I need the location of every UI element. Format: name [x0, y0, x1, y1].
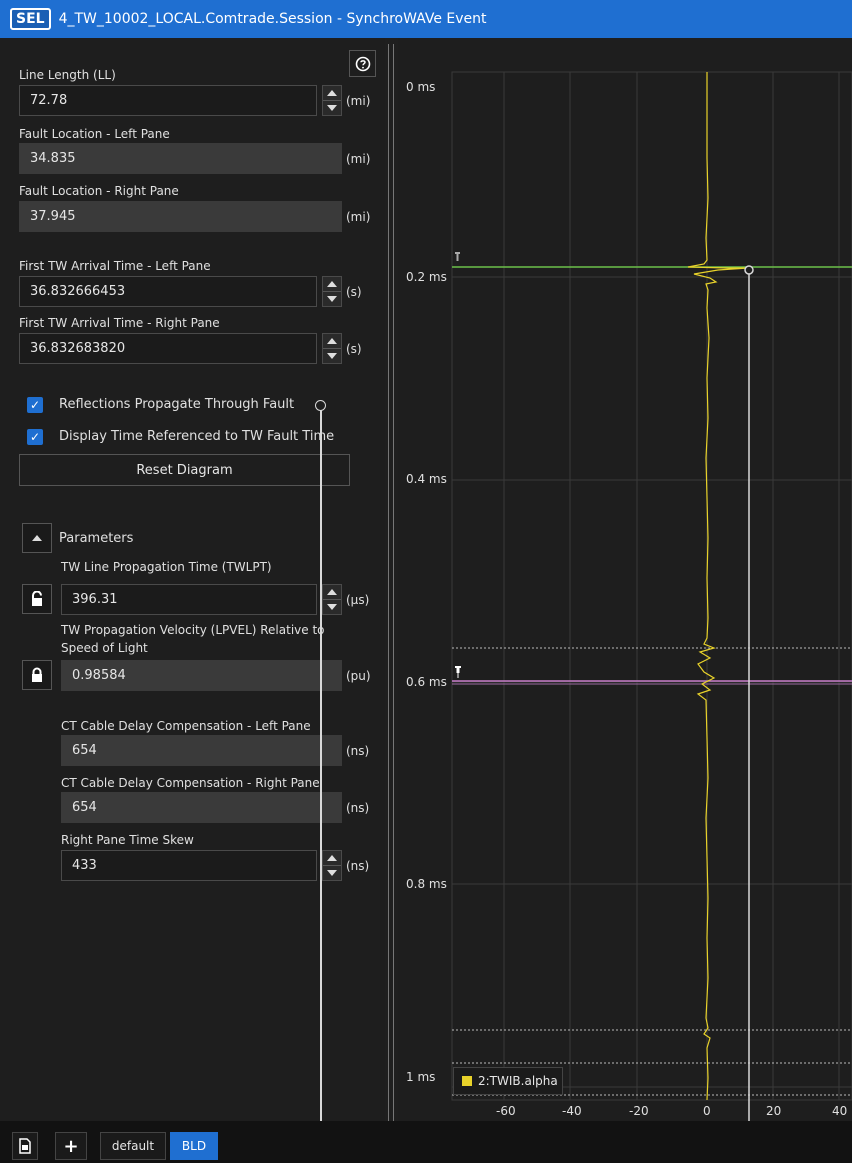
line-length-unit: (mi) — [346, 94, 371, 108]
y-tick-label: 0.6 ms — [406, 675, 447, 689]
ct-right-label: CT Cable Delay Compensation - Right Pane — [61, 776, 320, 790]
fault-right-value: 37.945 — [19, 201, 342, 232]
twlpt-lock-button[interactable] — [22, 584, 52, 614]
signal-trace — [687, 72, 749, 1101]
line-length-stepper[interactable] — [322, 85, 342, 116]
new-document-button[interactable] — [12, 1132, 38, 1160]
line-length-input[interactable]: 72.78 — [19, 85, 317, 116]
skew-input[interactable]: 433 — [61, 850, 317, 881]
ct-left-value: 654 — [61, 735, 342, 766]
reflection-cursor-line[interactable] — [320, 405, 322, 1163]
skew-label: Right Pane Time Skew — [61, 833, 194, 847]
display-time-label: Display Time Referenced to TW Fault Time — [59, 429, 335, 444]
reflection-cursor-handle[interactable] — [315, 400, 326, 411]
arrival-right-stepper[interactable] — [322, 333, 342, 364]
x-tick-label: -40 — [562, 1104, 582, 1118]
twlpt-label: TW Line Propagation Time (TWLPT) — [61, 560, 272, 574]
y-tick-label: 0.8 ms — [406, 877, 447, 891]
pane-splitter[interactable] — [388, 44, 394, 1124]
document-icon — [19, 1138, 31, 1154]
twlpt-stepper[interactable] — [322, 584, 342, 615]
fault-left-label: Fault Location - Left Pane — [19, 127, 170, 141]
bottom-toolbar: + default BLD — [0, 1121, 852, 1163]
x-tick-label: -20 — [629, 1104, 649, 1118]
arrival-right-label: First TW Arrival Time - Right Pane — [19, 316, 220, 330]
arrival-left-unit: (s) — [346, 285, 362, 299]
tab-default[interactable]: default — [100, 1132, 166, 1160]
chart-plot-area — [451, 71, 852, 1121]
skew-unit: (ns) — [346, 859, 370, 873]
lpvel-lock-button[interactable] — [22, 660, 52, 690]
fault-right-label: Fault Location - Right Pane — [19, 184, 179, 198]
lock-icon — [32, 667, 42, 682]
y-tick-label: 1 ms — [406, 1070, 436, 1084]
reflections-label: Reflections Propagate Through Fault — [59, 397, 295, 412]
parameters-collapse-button[interactable] — [22, 523, 52, 553]
reflection-lines — [452, 647, 852, 1096]
parameters-label: Parameters — [59, 531, 134, 546]
lpvel-label-line2: Speed of Light — [61, 641, 148, 655]
legend-label: 2:TWIB.alpha — [478, 1074, 558, 1088]
pin-icon[interactable] — [455, 666, 461, 678]
y-tick-label: 0 ms — [406, 80, 436, 94]
sel-logo: SEL — [10, 8, 51, 30]
x-tick-label: 40 — [832, 1104, 848, 1118]
x-tick-label: 0 — [703, 1104, 711, 1118]
fault-left-unit: (mi) — [346, 152, 371, 166]
pin-icon[interactable] — [455, 252, 460, 261]
arrival-left-label: First TW Arrival Time - Left Pane — [19, 259, 211, 273]
legend-swatch — [462, 1076, 472, 1086]
settings-panel: Line Length (LL) 72.78 (mi) Fault Locati… — [0, 38, 385, 1121]
line-length-label: Line Length (LL) — [19, 68, 116, 82]
reset-diagram-button[interactable]: Reset Diagram — [19, 454, 350, 486]
chevron-up-icon — [32, 535, 42, 541]
tab-bld[interactable]: BLD — [170, 1132, 218, 1160]
arrival-left-input[interactable]: 36.832666453 — [19, 276, 317, 307]
lpvel-unit: (pu) — [346, 669, 371, 683]
arrival-right-input[interactable]: 36.832683820 — [19, 333, 317, 364]
arrival-right-unit: (s) — [346, 342, 362, 356]
fault-right-unit: (mi) — [346, 210, 371, 224]
help-button[interactable] — [349, 50, 376, 77]
add-tab-button[interactable]: + — [55, 1132, 87, 1160]
skew-stepper[interactable] — [322, 850, 342, 881]
time-cursor-handle[interactable] — [744, 265, 754, 275]
lpvel-value: 0.98584 — [61, 660, 342, 691]
chart-legend[interactable]: 2:TWIB.alpha — [453, 1067, 563, 1095]
chart-grid — [451, 71, 852, 1101]
plus-icon: + — [63, 1135, 79, 1157]
ct-right-value: 654 — [61, 792, 342, 823]
ct-left-label: CT Cable Delay Compensation - Left Pane — [61, 719, 311, 733]
reflections-checkbox[interactable]: ✓ — [27, 397, 43, 413]
ct-left-unit: (ns) — [346, 744, 370, 758]
waveform-chart[interactable]: 0 ms 0.2 ms 0.4 ms 0.6 ms 0.8 ms 1 ms -6… — [398, 38, 852, 1121]
x-tick-label: -60 — [496, 1104, 516, 1118]
title-bar: SEL 4_TW_10002_LOCAL.Comtrade.Session - … — [0, 0, 852, 38]
y-tick-label: 0.2 ms — [406, 270, 447, 284]
display-time-checkbox[interactable]: ✓ — [27, 429, 43, 445]
help-icon — [355, 56, 370, 71]
ct-right-unit: (ns) — [346, 801, 370, 815]
arrival-left-stepper[interactable] — [322, 276, 342, 307]
fault-left-value: 34.835 — [19, 143, 342, 174]
twlpt-unit: (μs) — [346, 593, 370, 607]
lpvel-label-line1: TW Propagation Velocity (LPVEL) Relative… — [61, 623, 325, 637]
window-title: 4_TW_10002_LOCAL.Comtrade.Session - Sync… — [58, 11, 487, 27]
y-tick-label: 0.4 ms — [406, 472, 447, 486]
x-tick-label: 20 — [766, 1104, 782, 1118]
twlpt-input[interactable]: 396.31 — [61, 584, 317, 615]
unlock-icon — [32, 591, 42, 606]
